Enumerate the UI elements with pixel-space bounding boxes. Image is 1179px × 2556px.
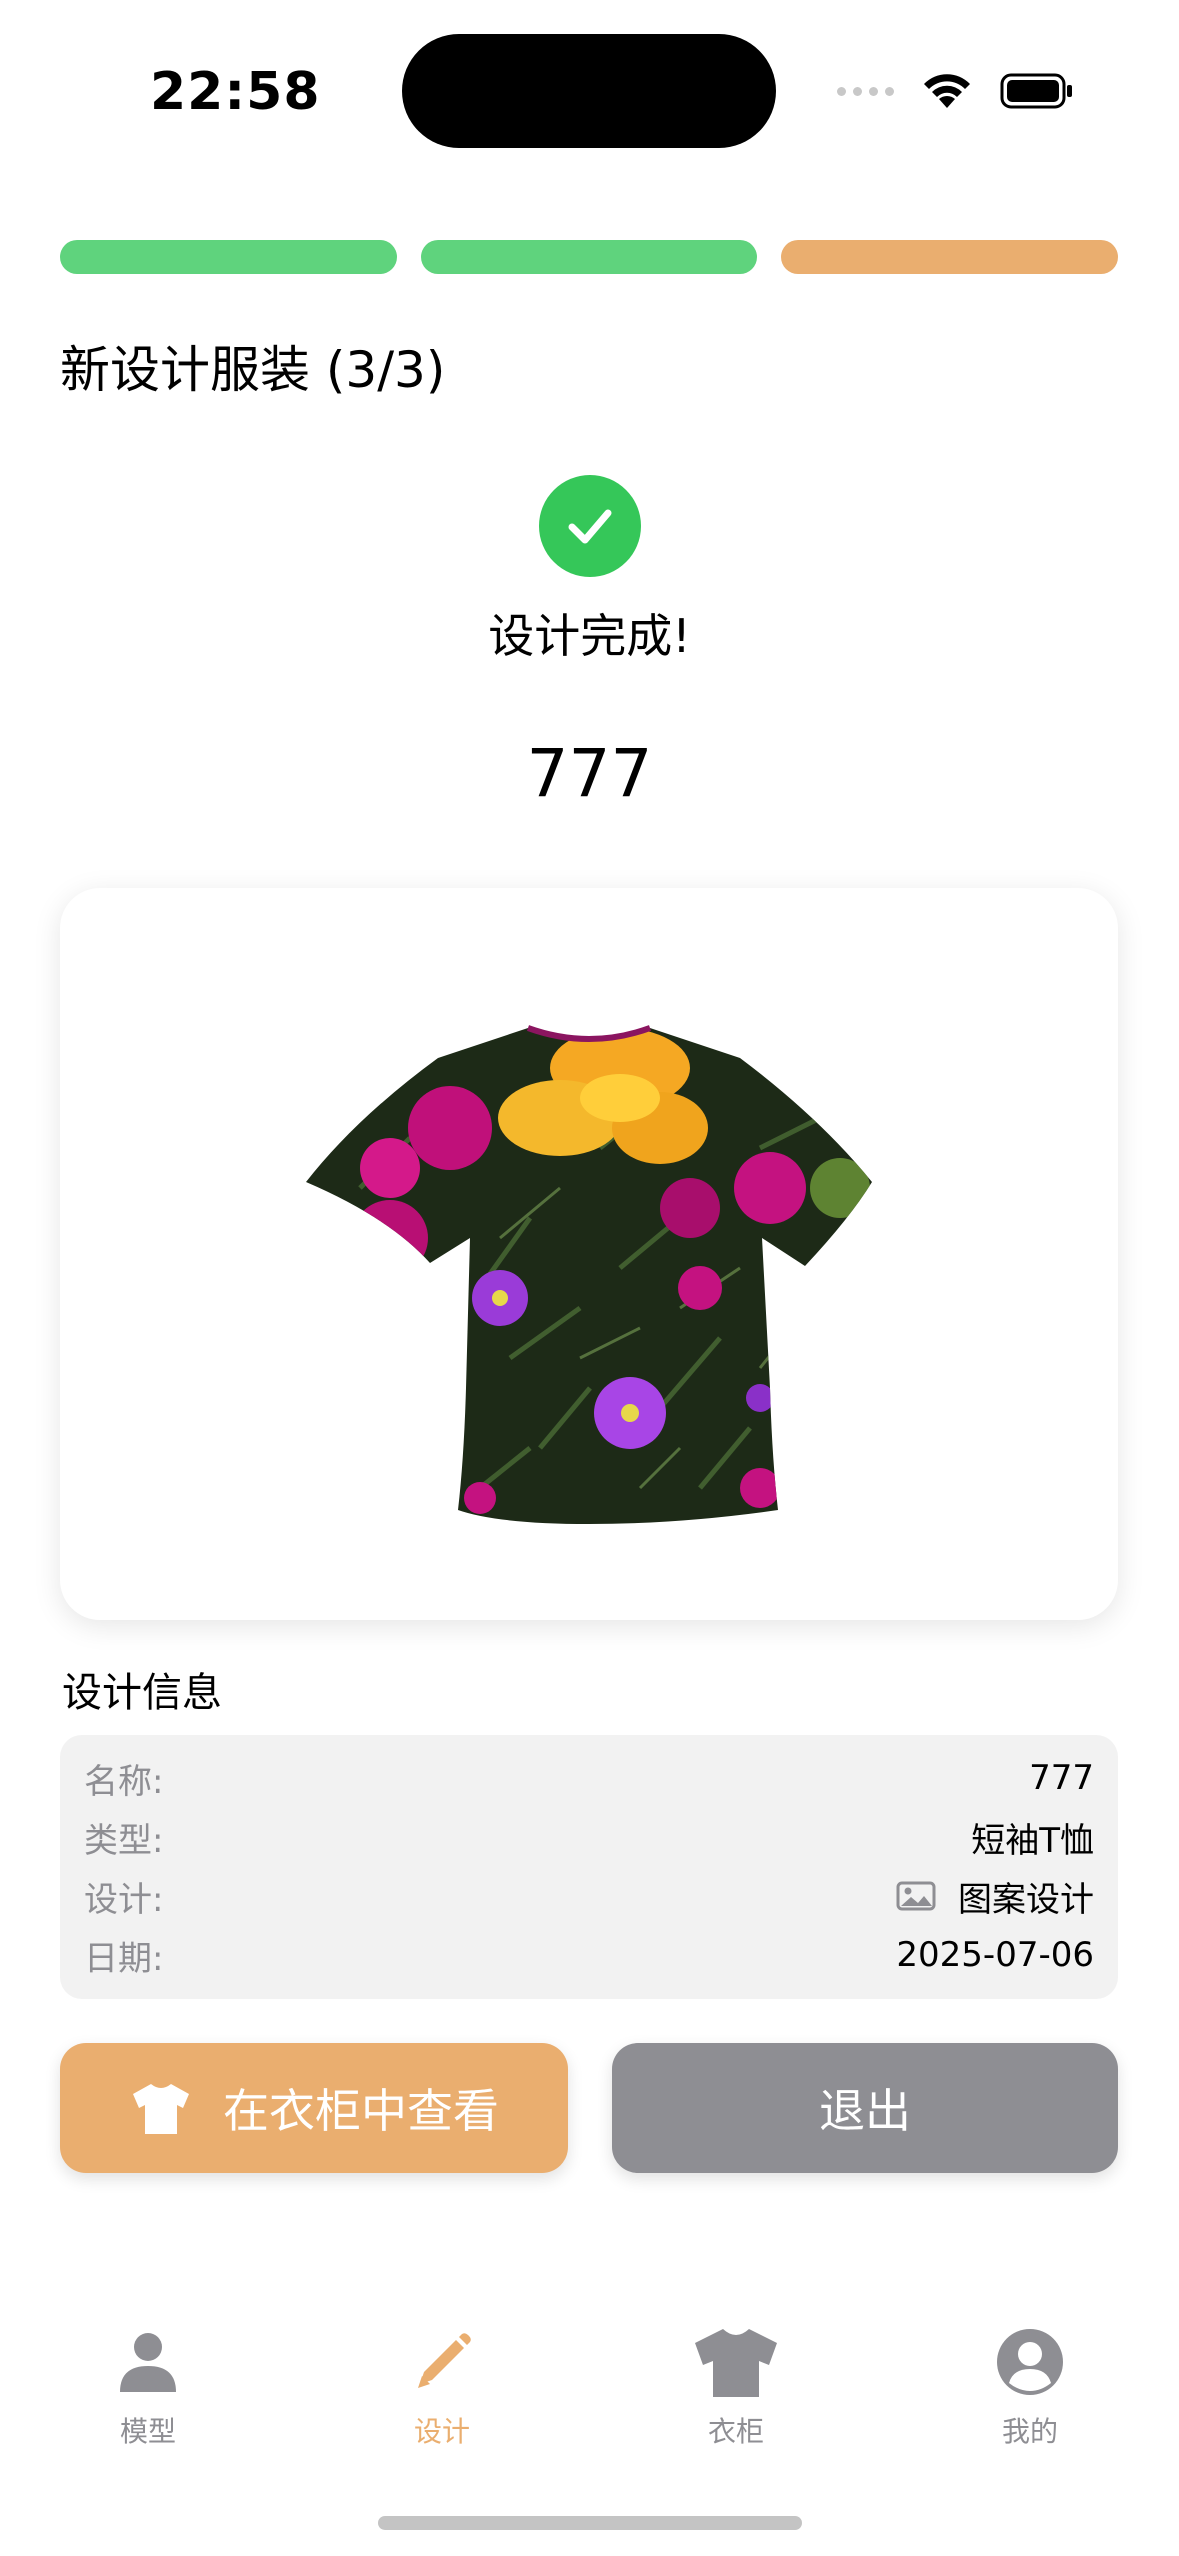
tshirt-icon <box>133 2084 189 2134</box>
progress-step-1 <box>60 240 397 274</box>
status-indicators <box>837 72 1074 110</box>
exit-button[interactable]: 退出 <box>612 2043 1118 2173</box>
dynamic-island <box>402 34 776 148</box>
tab-model[interactable]: 模型 <box>48 2320 248 2450</box>
tab-mine[interactable]: 我的 <box>930 2320 1130 2450</box>
exit-label: 退出 <box>819 2084 911 2138</box>
info-label: 设计: <box>84 1879 164 1920</box>
info-label: 名称: <box>84 1761 164 1802</box>
page-title: 新设计服装 (3/3) <box>60 341 446 399</box>
info-value: 2025-07-06 <box>896 1935 1094 1975</box>
home-indicator[interactable] <box>378 2516 802 2530</box>
info-row-type: 类型: 短袖T恤 <box>84 1812 1094 1862</box>
info-value: 短袖T恤 <box>971 1820 1094 1861</box>
tab-label: 我的 <box>1001 2415 1058 2448</box>
tshirt-preview-image <box>306 1025 872 1524</box>
info-label: 类型: <box>84 1820 164 1861</box>
tab-wardrobe[interactable]: 衣柜 <box>636 2320 836 2450</box>
success-check-icon <box>539 475 641 577</box>
design-name: 777 <box>526 735 653 812</box>
design-info-box: 名称: 777 类型: 短袖T恤 设计: 图案设计 日期: 2025-07-06 <box>60 1735 1118 1999</box>
design-info-title: 设计信息 <box>62 1670 222 1716</box>
pencil-icon <box>410 2320 474 2404</box>
completion-message: 设计完成! <box>488 609 691 663</box>
status-time: 22:58 <box>150 62 321 122</box>
info-value: 图案设计 <box>958 1879 1094 1920</box>
tab-label: 衣柜 <box>707 2415 764 2448</box>
info-label: 日期: <box>84 1938 164 1979</box>
view-in-wardrobe-button[interactable]: 在衣柜中查看 <box>60 2043 568 2173</box>
tab-label: 设计 <box>413 2415 470 2448</box>
battery-icon <box>1000 73 1072 109</box>
wifi-icon <box>924 74 970 108</box>
info-row-design: 设计: 图案设计 <box>84 1871 1094 1921</box>
garment-preview-card[interactable] <box>60 888 1118 1620</box>
view-in-wardrobe-label: 在衣柜中查看 <box>223 2084 499 2138</box>
info-row-name: 名称: 777 <box>84 1753 1094 1803</box>
person-icon <box>118 2320 178 2404</box>
tab-label: 模型 <box>119 2415 176 2448</box>
step-progress-bar <box>60 240 1119 274</box>
tab-bar: 模型 设计 衣柜 我的 <box>0 2320 1179 2470</box>
info-row-date: 日期: 2025-07-06 <box>84 1930 1094 1980</box>
info-value: 777 <box>1029 1758 1094 1798</box>
tab-design[interactable]: 设计 <box>342 2320 542 2450</box>
info-value-with-icon: 图案设计 <box>896 1872 1094 1921</box>
progress-step-2 <box>420 240 758 274</box>
cellular-signal-icon <box>837 86 894 96</box>
tshirt-icon <box>691 2320 781 2404</box>
profile-icon <box>995 2320 1065 2404</box>
image-icon <box>896 1881 936 1911</box>
progress-step-3 <box>781 240 1119 274</box>
